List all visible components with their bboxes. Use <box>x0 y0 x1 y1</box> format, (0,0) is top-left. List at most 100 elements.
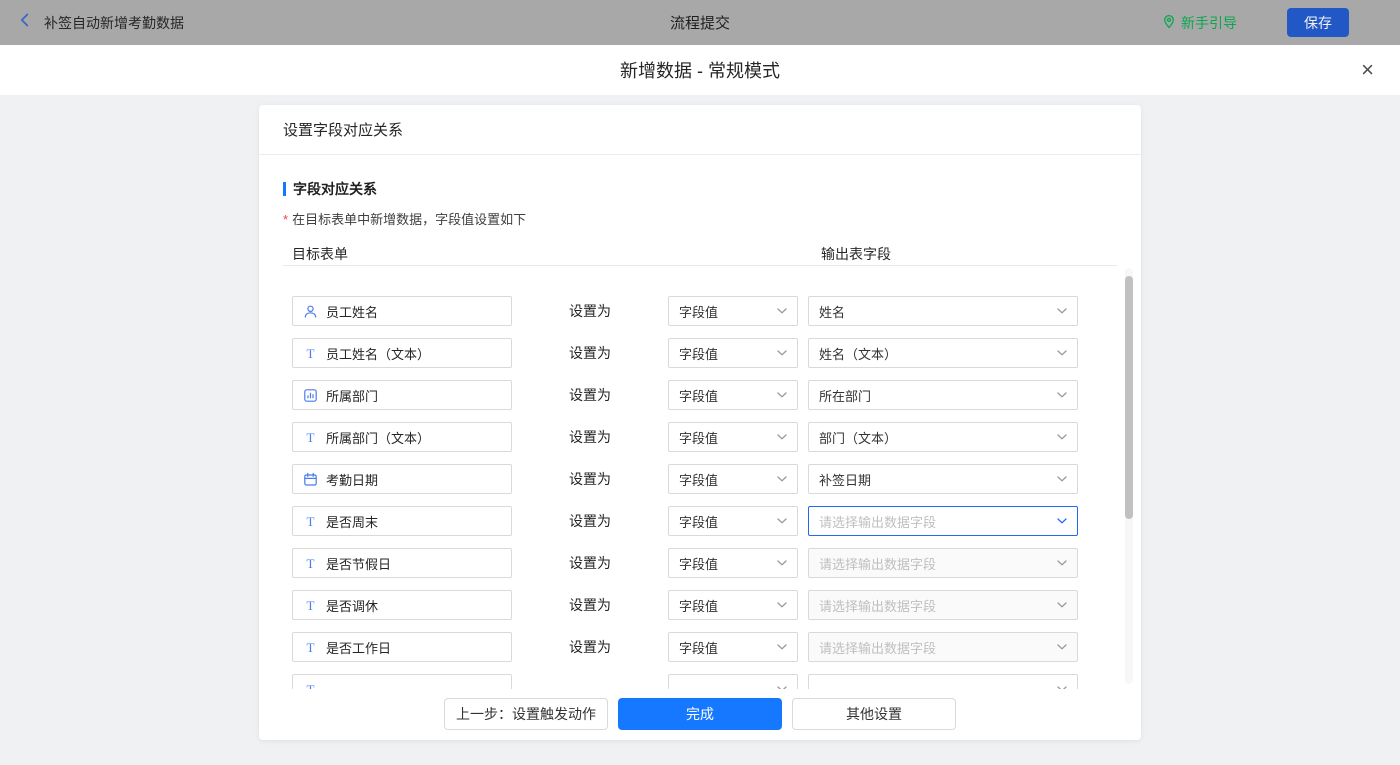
workflow-name: 补签自动新增考勤数据 <box>44 13 184 33</box>
value-type-select[interactable]: 字段值 <box>668 422 798 452</box>
done-button[interactable]: 完成 <box>618 698 782 730</box>
column-headers: 目标表单 输出表字段 <box>283 244 1117 262</box>
set-as-label: 设置为 <box>569 513 611 529</box>
chevron-down-icon <box>777 350 787 356</box>
chevron-down-icon <box>777 392 787 398</box>
value-type-select[interactable]: 字段值 <box>668 590 798 620</box>
text-icon: T <box>303 640 318 655</box>
target-field-label: 员工姓名 <box>326 302 378 321</box>
hint-text: *在目标表单中新增数据，字段值设置如下 <box>283 209 1117 228</box>
chevron-down-icon <box>1057 476 1067 482</box>
prev-step-button[interactable]: 上一步：设置触发动作 <box>444 698 608 730</box>
field-mapping-row: T 是否节假日 设置为 字段值 请选择输出数据字段 <box>292 542 1141 584</box>
value-type-select[interactable]: 字段值 <box>668 338 798 368</box>
chevron-down-icon <box>777 644 787 650</box>
output-field-select[interactable]: 所在部门 <box>808 380 1078 410</box>
value-type-select[interactable]: 字段值 <box>668 296 798 326</box>
beginner-guide-link[interactable]: 新手引导 <box>1162 13 1237 33</box>
output-field-select[interactable]: 补签日期 <box>808 464 1078 494</box>
modal-header: 新增数据 - 常规模式 × <box>0 45 1400 95</box>
field-mapping-row: 所属部门 设置为 字段值 所在部门 <box>292 374 1141 416</box>
scrollbar-thumb[interactable] <box>1125 276 1133 519</box>
field-mapping-row: T <box>292 668 1141 689</box>
field-mapping-row: T 是否调休 设置为 字段值 请选择输出数据字段 <box>292 584 1141 626</box>
chevron-down-icon <box>1057 560 1067 566</box>
back-button[interactable]: 补签自动新增考勤数据 <box>16 11 184 34</box>
chevron-down-icon <box>777 602 787 608</box>
column-header-target: 目标表单 <box>292 246 348 262</box>
output-field-select[interactable]: 请选择输出数据字段 <box>808 548 1078 578</box>
set-as-label: 设置为 <box>569 639 611 655</box>
value-type-select[interactable]: 字段值 <box>668 380 798 410</box>
target-field-label: 是否周末 <box>326 512 378 531</box>
value-type-select[interactable] <box>668 674 798 689</box>
department-icon <box>303 388 318 403</box>
chevron-down-icon <box>777 476 787 482</box>
set-as-label: 设置为 <box>569 471 611 487</box>
chevron-down-icon <box>777 308 787 314</box>
output-field-select[interactable]: 姓名 <box>808 296 1078 326</box>
value-type-select[interactable]: 字段值 <box>668 464 798 494</box>
text-icon: T <box>303 346 318 361</box>
chevron-down-icon <box>1057 350 1067 356</box>
guide-pin-icon <box>1162 14 1176 32</box>
target-field-label: 所属部门 <box>326 386 378 405</box>
chevron-down-icon <box>1057 686 1067 689</box>
target-field-box[interactable]: T 所属部门（文本） <box>292 422 512 452</box>
chevron-down-icon <box>777 434 787 440</box>
target-field-label: 考勤日期 <box>326 470 378 489</box>
target-field-box[interactable]: T 员工姓名（文本） <box>292 338 512 368</box>
target-field-box[interactable]: 员工姓名 <box>292 296 512 326</box>
mapping-rows-list: 员工姓名 设置为 字段值 姓名 T 员工姓名（文本） 设置为 <box>259 266 1141 689</box>
set-as-label: 设置为 <box>569 345 611 361</box>
field-mapping-row: T 是否工作日 设置为 字段值 请选择输出数据字段 <box>292 626 1141 668</box>
chevron-down-icon <box>777 560 787 566</box>
value-type-select[interactable]: 字段值 <box>668 506 798 536</box>
text-icon: T <box>303 430 318 445</box>
target-field-box[interactable]: T 是否周末 <box>292 506 512 536</box>
field-mapping-row: 考勤日期 设置为 字段值 补签日期 <box>292 458 1141 500</box>
text-icon: T <box>303 514 318 529</box>
chevron-down-icon <box>777 518 787 524</box>
target-field-label: 员工姓名（文本） <box>326 344 430 363</box>
chevron-left-icon <box>16 11 34 34</box>
topbar: 补签自动新增考勤数据 流程提交 新手引导 保存 <box>0 0 1400 45</box>
field-mapping-row: T 是否周末 设置为 字段值 请选择输出数据字段 <box>292 500 1141 542</box>
output-field-select[interactable] <box>808 674 1078 689</box>
output-field-select[interactable]: 请选择输出数据字段 <box>808 590 1078 620</box>
target-field-box[interactable]: T 是否节假日 <box>292 548 512 578</box>
target-field-box[interactable]: 所属部门 <box>292 380 512 410</box>
modal-body: 设置字段对应关系 字段对应关系 *在目标表单中新增数据，字段值设置如下 目标表单… <box>0 105 1400 765</box>
value-type-select[interactable]: 字段值 <box>668 548 798 578</box>
target-field-box[interactable]: 考勤日期 <box>292 464 512 494</box>
close-icon[interactable]: × <box>1361 59 1374 81</box>
chevron-down-icon <box>777 686 787 689</box>
guide-label: 新手引导 <box>1181 13 1237 33</box>
save-button[interactable]: 保存 <box>1287 8 1349 37</box>
output-field-select[interactable]: 请选择输出数据字段 <box>808 506 1078 536</box>
target-field-label: 所属部门（文本） <box>326 428 430 447</box>
target-field-box[interactable]: T 是否调休 <box>292 590 512 620</box>
set-as-label: 设置为 <box>569 387 611 403</box>
target-field-box[interactable]: T 是否工作日 <box>292 632 512 662</box>
required-mark: * <box>283 212 288 227</box>
chevron-down-icon <box>1057 602 1067 608</box>
target-field-box[interactable]: T <box>292 674 512 689</box>
section-title: 字段对应关系 <box>283 155 1117 199</box>
other-settings-button[interactable]: 其他设置 <box>792 698 956 730</box>
output-field-select[interactable]: 姓名（文本） <box>808 338 1078 368</box>
chevron-down-icon <box>1057 434 1067 440</box>
user-icon <box>303 304 318 319</box>
value-type-select[interactable]: 字段值 <box>668 632 798 662</box>
target-field-label: 是否工作日 <box>326 638 391 657</box>
field-mapping-row: 员工姓名 设置为 字段值 姓名 <box>292 290 1141 332</box>
chevron-down-icon <box>1057 392 1067 398</box>
output-field-select[interactable]: 部门（文本） <box>808 422 1078 452</box>
text-icon: T <box>303 598 318 613</box>
set-as-label: 设置为 <box>569 597 611 613</box>
card-header: 设置字段对应关系 <box>259 105 1141 155</box>
field-mapping-card: 设置字段对应关系 字段对应关系 *在目标表单中新增数据，字段值设置如下 目标表单… <box>259 105 1141 740</box>
section-intro: 字段对应关系 *在目标表单中新增数据，字段值设置如下 目标表单 输出表字段 <box>283 155 1117 266</box>
field-mapping-row: T 所属部门（文本） 设置为 字段值 部门（文本） <box>292 416 1141 458</box>
output-field-select[interactable]: 请选择输出数据字段 <box>808 632 1078 662</box>
